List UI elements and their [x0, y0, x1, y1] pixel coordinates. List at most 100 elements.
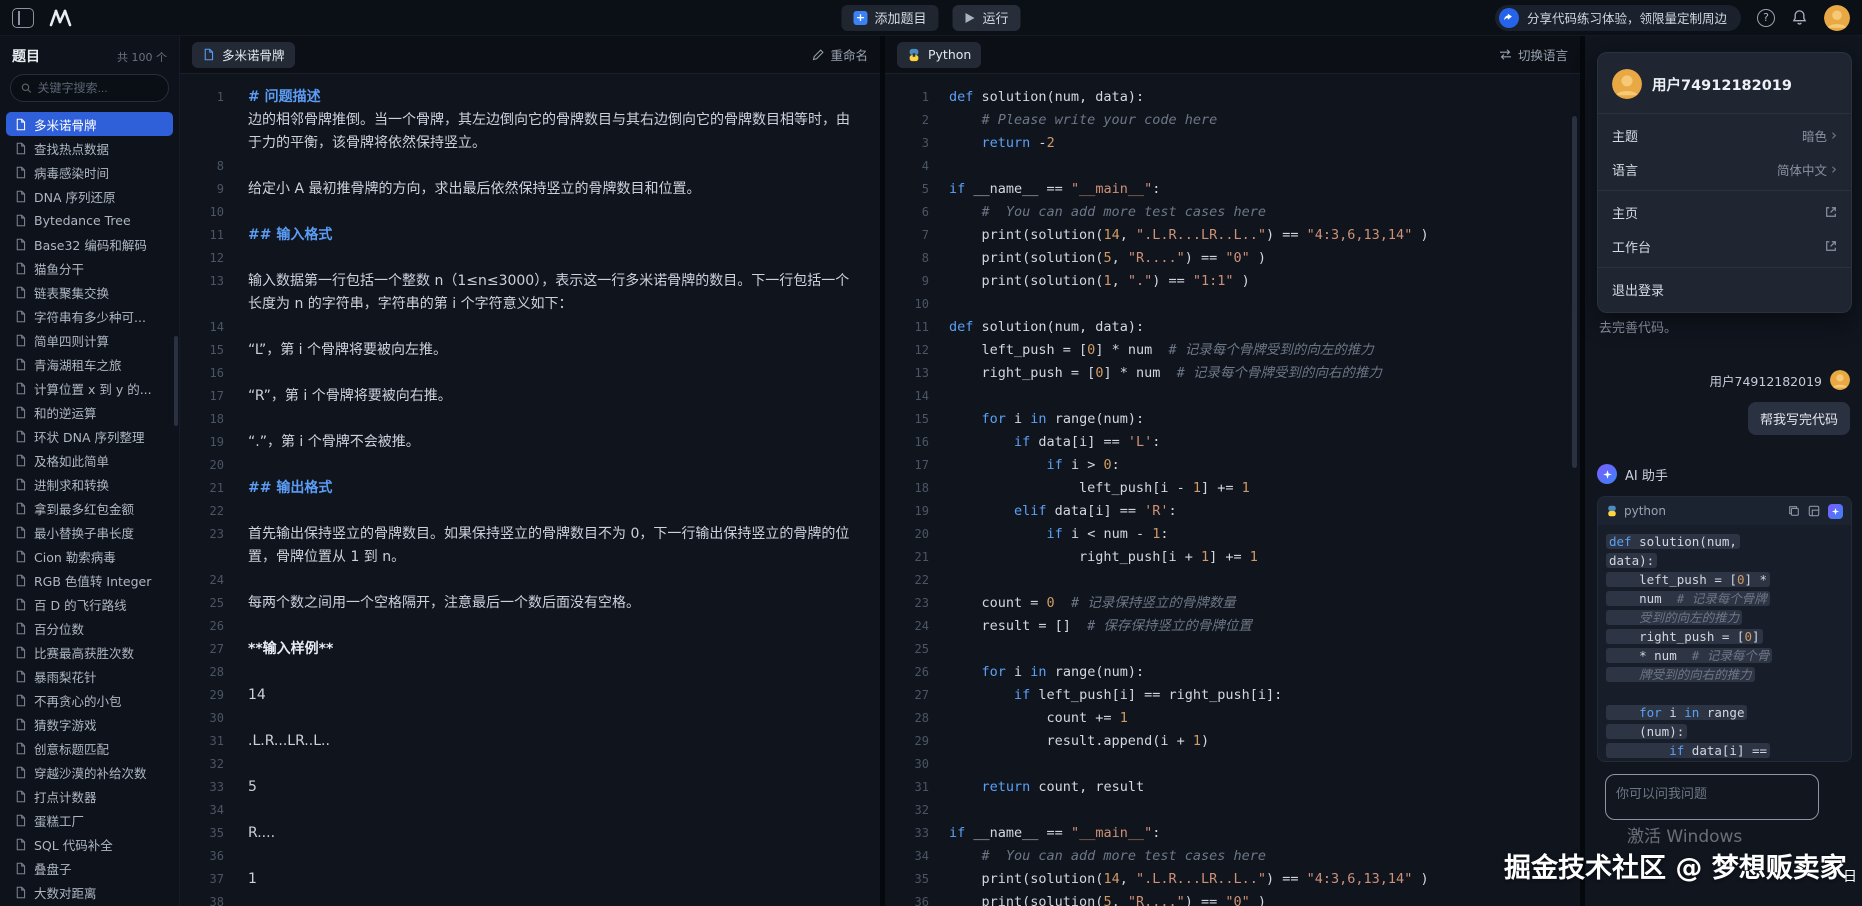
- doc-line: 14: [180, 316, 880, 339]
- chat-user-line: 用户74912182019: [1710, 370, 1850, 390]
- doc-line: 36: [180, 845, 880, 868]
- sidebar-item[interactable]: 多米诺骨牌: [6, 112, 173, 136]
- sidebar-item[interactable]: 拿到最多红包金额: [6, 496, 173, 520]
- sidebar-item[interactable]: 蛋糕工厂: [6, 808, 173, 832]
- sidebar-item[interactable]: 计算位置 x 到 y 的...: [6, 376, 173, 400]
- file-icon: [14, 382, 27, 395]
- pencil-icon: [812, 49, 824, 61]
- run-button[interactable]: 运行: [953, 5, 1021, 31]
- menu-username: 用户74912182019: [1652, 74, 1792, 95]
- sidebar-item[interactable]: 链表聚集交换: [6, 280, 173, 304]
- code-line: 34 # You can add more test cases here: [885, 845, 1580, 868]
- file-icon: [14, 454, 27, 467]
- sidebar-scrollbar[interactable]: [174, 336, 178, 426]
- sidebar-item-label: 猜数字游戏: [34, 715, 97, 734]
- doc-line: 27**输入样例**: [180, 638, 880, 661]
- sidebar-item[interactable]: 最小替换子串长度: [6, 520, 173, 544]
- sidebar-item[interactable]: 简单四则计算: [6, 328, 173, 352]
- sidebar-item[interactable]: SQL 代码补全: [6, 832, 173, 856]
- ai-code-line: for i in range: [1606, 703, 1843, 722]
- sidebar-item-label: 猫鱼分干: [34, 259, 84, 278]
- ai-assistant-panel: 用户74912182019 主题 暗色› 语言 简体中文› 主页 工作台 退出登…: [1585, 36, 1862, 906]
- app-logo: [48, 9, 74, 27]
- sidebar-item[interactable]: 和的逆运算: [6, 400, 173, 424]
- sidebar-item[interactable]: DNA 序列还原: [6, 184, 173, 208]
- menu-item-home[interactable]: 主页: [1598, 195, 1851, 229]
- menu-item-logout[interactable]: 退出登录: [1598, 272, 1851, 306]
- user-avatar[interactable]: [1824, 5, 1850, 31]
- sidebar-item[interactable]: 打点计数器: [6, 784, 173, 808]
- file-icon: [14, 790, 27, 803]
- sidebar-item[interactable]: 查找热点数据: [6, 136, 173, 160]
- rename-button[interactable]: 重命名: [812, 45, 868, 64]
- code-line: 29 result.append(i + 1): [885, 730, 1580, 753]
- sidebar-item[interactable]: Cion 勒索病毒: [6, 544, 173, 568]
- sidebar-item[interactable]: 百 D 的飞行路线: [6, 592, 173, 616]
- doc-line: 15“L”，第 i 个骨牌将要被向左推。: [180, 339, 880, 362]
- insert-code-icon[interactable]: [1808, 505, 1820, 517]
- sidebar-item-label: 简单四则计算: [34, 331, 109, 350]
- problem-editor[interactable]: 1# 问题描述边的相邻骨牌推倒。当一个骨牌，其左边倒向它的骨牌数目与其右边倒向它…: [180, 74, 880, 906]
- sidebar-item[interactable]: Bytedance Tree: [6, 208, 173, 232]
- workspace: 多米诺骨牌 重命名 1# 问题描述边的相邻骨牌推倒。当一个骨牌，其左边倒向它的骨…: [180, 36, 1580, 906]
- menu-item-workbench[interactable]: 工作台: [1598, 229, 1851, 263]
- search-box: [10, 74, 169, 102]
- sidebar-item[interactable]: 字符串有多少种可...: [6, 304, 173, 328]
- problem-panel: 多米诺骨牌 重命名 1# 问题描述边的相邻骨牌推倒。当一个骨牌，其左边倒向它的骨…: [180, 36, 880, 906]
- language-pill[interactable]: Python: [897, 42, 981, 68]
- share-banner-button[interactable]: 分享代码练习体验，领限量定制周边: [1495, 5, 1741, 31]
- file-icon: [14, 838, 27, 851]
- magic-icon[interactable]: [1828, 504, 1843, 519]
- code-line: 26 for i in range(num):: [885, 661, 1580, 684]
- ai-code-line: * num # 记录每个骨: [1606, 646, 1843, 665]
- sidebar-item[interactable]: Base32 编码和解码: [6, 232, 173, 256]
- problem-title-pill[interactable]: 多米诺骨牌: [192, 42, 295, 68]
- sidebar-item[interactable]: 及格如此简单: [6, 448, 173, 472]
- sidebar-item-label: 字符串有多少种可...: [34, 307, 146, 326]
- doc-line: 371: [180, 868, 880, 891]
- sidebar-item[interactable]: 比赛最高获胜次数: [6, 640, 173, 664]
- sidebar-item[interactable]: 青海湖租车之旅: [6, 352, 173, 376]
- sidebar-item-label: 青海湖租车之旅: [34, 355, 122, 374]
- assistant-header: AI 助手: [1597, 464, 1668, 484]
- sidebar-item-label: 比赛最高获胜次数: [34, 643, 134, 662]
- switch-language-button[interactable]: 切换语言: [1499, 45, 1568, 64]
- ai-chat-input[interactable]: [1605, 774, 1819, 820]
- menu-item-theme[interactable]: 主题 暗色›: [1598, 118, 1851, 152]
- code-line: 2 # Please write your code here: [885, 109, 1580, 132]
- sidebar-item[interactable]: 猫鱼分干: [6, 256, 173, 280]
- code-line: 9 print(solution(1, ".") == "1:1" ): [885, 270, 1580, 293]
- sidebar-item-label: 最小替换子串长度: [34, 523, 134, 542]
- sidebar-item[interactable]: 环状 DNA 序列整理: [6, 424, 173, 448]
- sidebar-item-label: 叠盘子: [34, 859, 72, 878]
- help-button[interactable]: ?: [1757, 9, 1775, 27]
- code-line: 14: [885, 385, 1580, 408]
- sidebar-item[interactable]: 暴雨梨花针: [6, 664, 173, 688]
- sidebar-item[interactable]: 穿越沙漠的补给次数: [6, 760, 173, 784]
- share-banner-label: 分享代码练习体验，领限量定制周边: [1527, 8, 1727, 27]
- menu-item-language[interactable]: 语言 简体中文›: [1598, 152, 1851, 186]
- sidebar-item[interactable]: 病毒感染时间: [6, 160, 173, 184]
- copy-icon[interactable]: [1788, 505, 1800, 517]
- code-scrollbar[interactable]: [1572, 116, 1577, 468]
- notifications-button[interactable]: [1791, 9, 1808, 26]
- code-line: 19 elif data[i] == 'R':: [885, 500, 1580, 523]
- code-editor[interactable]: 1def solution(num, data):2 # Please writ…: [885, 74, 1580, 906]
- sidebar-item[interactable]: 进制求和转换: [6, 472, 173, 496]
- sidebar-item[interactable]: 创意标题匹配: [6, 736, 173, 760]
- run-label: 运行: [983, 8, 1009, 27]
- file-icon: [14, 766, 27, 779]
- sidebar-item[interactable]: RGB 色值转 Integer: [6, 568, 173, 592]
- sidebar-item[interactable]: 百分位数: [6, 616, 173, 640]
- add-problem-label: 添加题目: [874, 8, 926, 27]
- sidebar-item[interactable]: 大数对距离: [6, 880, 173, 904]
- sidebar-item-label: DNA 序列还原: [34, 187, 116, 206]
- toggle-sidebar-icon[interactable]: [12, 8, 34, 28]
- sidebar-item[interactable]: 不再贪心的小包: [6, 688, 173, 712]
- sidebar-item[interactable]: 猜数字游戏: [6, 712, 173, 736]
- add-problem-button[interactable]: + 添加题目: [841, 5, 938, 31]
- language-label: Python: [928, 47, 971, 62]
- search-input[interactable]: [38, 81, 158, 95]
- sidebar-item[interactable]: 叠盘子: [6, 856, 173, 880]
- file-icon: [14, 646, 27, 659]
